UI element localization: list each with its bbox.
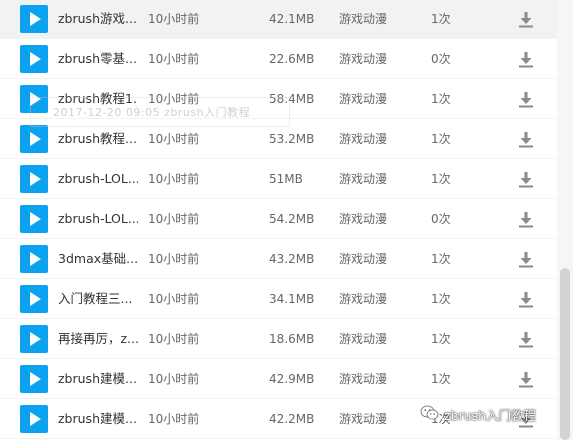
download-count: 1次: [431, 92, 451, 106]
download-icon[interactable]: [517, 11, 535, 28]
play-icon[interactable]: [20, 125, 48, 153]
file-row[interactable]: zbrush-LOL... 10小时前 51MB 游戏动漫 1次: [0, 159, 557, 199]
wechat-account-name: zbrush入门教程: [444, 408, 536, 423]
upload-time: 10小时前: [148, 172, 200, 186]
file-category: 游戏动漫: [339, 412, 388, 426]
upload-time: 10小时前: [148, 252, 200, 266]
download-icon[interactable]: [517, 131, 535, 148]
file-row[interactable]: zbrush零基... 10小时前 22.6MB 游戏动漫 0次: [0, 39, 557, 79]
scrollbar-thumb[interactable]: [560, 268, 570, 440]
file-category: 游戏动漫: [339, 132, 388, 146]
play-icon[interactable]: [20, 325, 48, 353]
play-icon[interactable]: [20, 365, 48, 393]
file-category: 游戏动漫: [339, 252, 388, 266]
upload-time: 10小时前: [148, 12, 200, 26]
file-name[interactable]: zbrush建模...: [58, 399, 138, 439]
file-size: 51MB: [269, 172, 303, 186]
download-count: 1次: [431, 332, 451, 346]
file-size: 43.2MB: [269, 252, 315, 266]
file-row[interactable]: zbrush-LOL... 10小时前 54.2MB 游戏动漫 0次: [0, 199, 557, 239]
file-name[interactable]: zbrush-LOL...: [58, 199, 138, 239]
download-icon[interactable]: [517, 171, 535, 188]
upload-time: 10小时前: [148, 52, 200, 66]
download-count: 0次: [431, 52, 451, 66]
download-count: 0次: [431, 212, 451, 226]
file-category: 游戏动漫: [339, 292, 388, 306]
file-name[interactable]: 入门教程三...: [58, 279, 138, 319]
download-icon[interactable]: [517, 371, 535, 388]
play-icon[interactable]: [20, 45, 48, 73]
file-size: 42.1MB: [269, 12, 315, 26]
file-size: 34.1MB: [269, 292, 315, 306]
download-icon[interactable]: [517, 331, 535, 348]
file-row[interactable]: 再接再厉，z... 10小时前 18.6MB 游戏动漫 1次: [0, 319, 557, 359]
file-size: 42.2MB: [269, 412, 315, 426]
download-count: 1次: [431, 292, 451, 306]
download-icon[interactable]: [517, 211, 535, 228]
play-icon[interactable]: [20, 205, 48, 233]
download-count: 1次: [431, 12, 451, 26]
wechat-icon: [420, 405, 440, 429]
download-icon[interactable]: [517, 51, 535, 68]
play-icon[interactable]: [20, 5, 48, 33]
upload-time: 10小时前: [148, 332, 200, 346]
file-row[interactable]: zbrush游戏... 10小时前 42.1MB 游戏动漫 1次: [0, 0, 557, 39]
file-category: 游戏动漫: [339, 52, 388, 66]
upload-time: 10小时前: [148, 292, 200, 306]
file-list: zbrush游戏... 10小时前 42.1MB 游戏动漫 1次 zbrush零基... 1…: [0, 0, 557, 439]
file-name[interactable]: zbrush游戏...: [58, 0, 138, 39]
download-icon[interactable]: [517, 291, 535, 308]
faint-watermark: 2017-12-20 09:05 zbrush入门教程: [30, 97, 290, 127]
file-size: 22.6MB: [269, 52, 315, 66]
file-size: 42.9MB: [269, 372, 315, 386]
file-name[interactable]: zbrush零基...: [58, 39, 138, 79]
download-count: 1次: [431, 172, 451, 186]
play-icon[interactable]: [20, 405, 48, 433]
play-icon[interactable]: [20, 245, 48, 273]
file-row[interactable]: 入门教程三... 10小时前 34.1MB 游戏动漫 1次: [0, 279, 557, 319]
download-count: 1次: [431, 372, 451, 386]
file-category: 游戏动漫: [339, 372, 388, 386]
file-category: 游戏动漫: [339, 332, 388, 346]
file-size: 18.6MB: [269, 332, 315, 346]
file-category: 游戏动漫: [339, 212, 388, 226]
download-icon[interactable]: [517, 91, 535, 108]
download-count: 1次: [431, 132, 451, 146]
file-category: 游戏动漫: [339, 172, 388, 186]
file-row[interactable]: zbrush建模... 10小时前 42.9MB 游戏动漫 1次: [0, 359, 557, 399]
file-size: 54.2MB: [269, 212, 315, 226]
file-name[interactable]: 再接再厉，z...: [58, 319, 138, 359]
file-row[interactable]: 3dmax基础... 10小时前 43.2MB 游戏动漫 1次: [0, 239, 557, 279]
upload-time: 10小时前: [148, 212, 200, 226]
upload-time: 10小时前: [148, 412, 200, 426]
download-count: 1次: [431, 252, 451, 266]
play-icon[interactable]: [20, 285, 48, 313]
file-name[interactable]: zbrush建模...: [58, 359, 138, 399]
play-icon[interactable]: [20, 165, 48, 193]
file-name[interactable]: 3dmax基础...: [58, 239, 138, 279]
file-name[interactable]: zbrush-LOL...: [58, 159, 138, 199]
upload-time: 10小时前: [148, 372, 200, 386]
file-category: 游戏动漫: [339, 92, 388, 106]
file-category: 游戏动漫: [339, 12, 388, 26]
wechat-account-badge: zbrush入门教程: [420, 404, 536, 428]
download-icon[interactable]: [517, 251, 535, 268]
